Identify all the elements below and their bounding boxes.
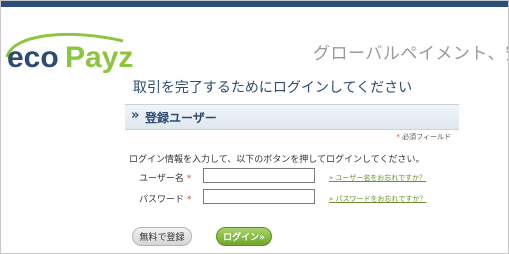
username-label: ユーザー名 * bbox=[139, 171, 191, 184]
logo-payz-text: Payz bbox=[65, 41, 133, 74]
page-frame: eco Payz グローバルペイメント、安 取引を完了するためにログインしてくだ… bbox=[0, 0, 509, 254]
username-label-text: ユーザー名 bbox=[139, 174, 184, 184]
card-header: » 登録ユーザー bbox=[125, 104, 459, 130]
card-title: 登録ユーザー bbox=[145, 111, 217, 125]
top-strip bbox=[1, 1, 508, 7]
required-field-note: * 必須フィールド bbox=[396, 132, 451, 142]
forgot-password-arrow: » bbox=[329, 195, 334, 203]
password-label-text: パスワード bbox=[139, 195, 185, 205]
forgot-username-arrow: » bbox=[329, 174, 334, 182]
username-required-star: * bbox=[186, 174, 192, 184]
password-label: パスワード * bbox=[139, 192, 191, 205]
username-input[interactable] bbox=[203, 168, 315, 183]
forgot-password-text[interactable]: パスワードをお忘れですか？ bbox=[336, 195, 427, 203]
chevron-right-icon: » bbox=[131, 108, 140, 123]
logo-eco-text: eco bbox=[7, 41, 59, 74]
header-tagline: グローバルペイメント、安 bbox=[313, 44, 509, 64]
required-note-text: 必須フィールド bbox=[402, 133, 451, 141]
page-headline: 取引を完了するためにログインしてください bbox=[132, 80, 413, 96]
password-required-star: * bbox=[186, 195, 192, 205]
login-card: » 登録ユーザー * 必須フィールド ログイン情報を入力して、以下のボタンを押し… bbox=[125, 104, 459, 224]
forgot-username-text[interactable]: ユーザー名をお忘れですか？ bbox=[336, 174, 427, 182]
register-button[interactable]: 無料で登録 bbox=[132, 227, 192, 246]
login-instructions: ログイン情報を入力して、以下のボタンを押してログインしてください。 bbox=[129, 155, 425, 165]
ecopayz-logo: eco Payz bbox=[5, 32, 133, 74]
password-input[interactable] bbox=[203, 189, 315, 204]
forgot-username-link[interactable]: » ユーザー名をお忘れですか？ bbox=[329, 173, 426, 183]
forgot-password-link[interactable]: » パスワードをお忘れですか？ bbox=[329, 194, 426, 204]
login-button[interactable]: ログイン» bbox=[216, 227, 272, 246]
required-star: * bbox=[396, 133, 400, 141]
